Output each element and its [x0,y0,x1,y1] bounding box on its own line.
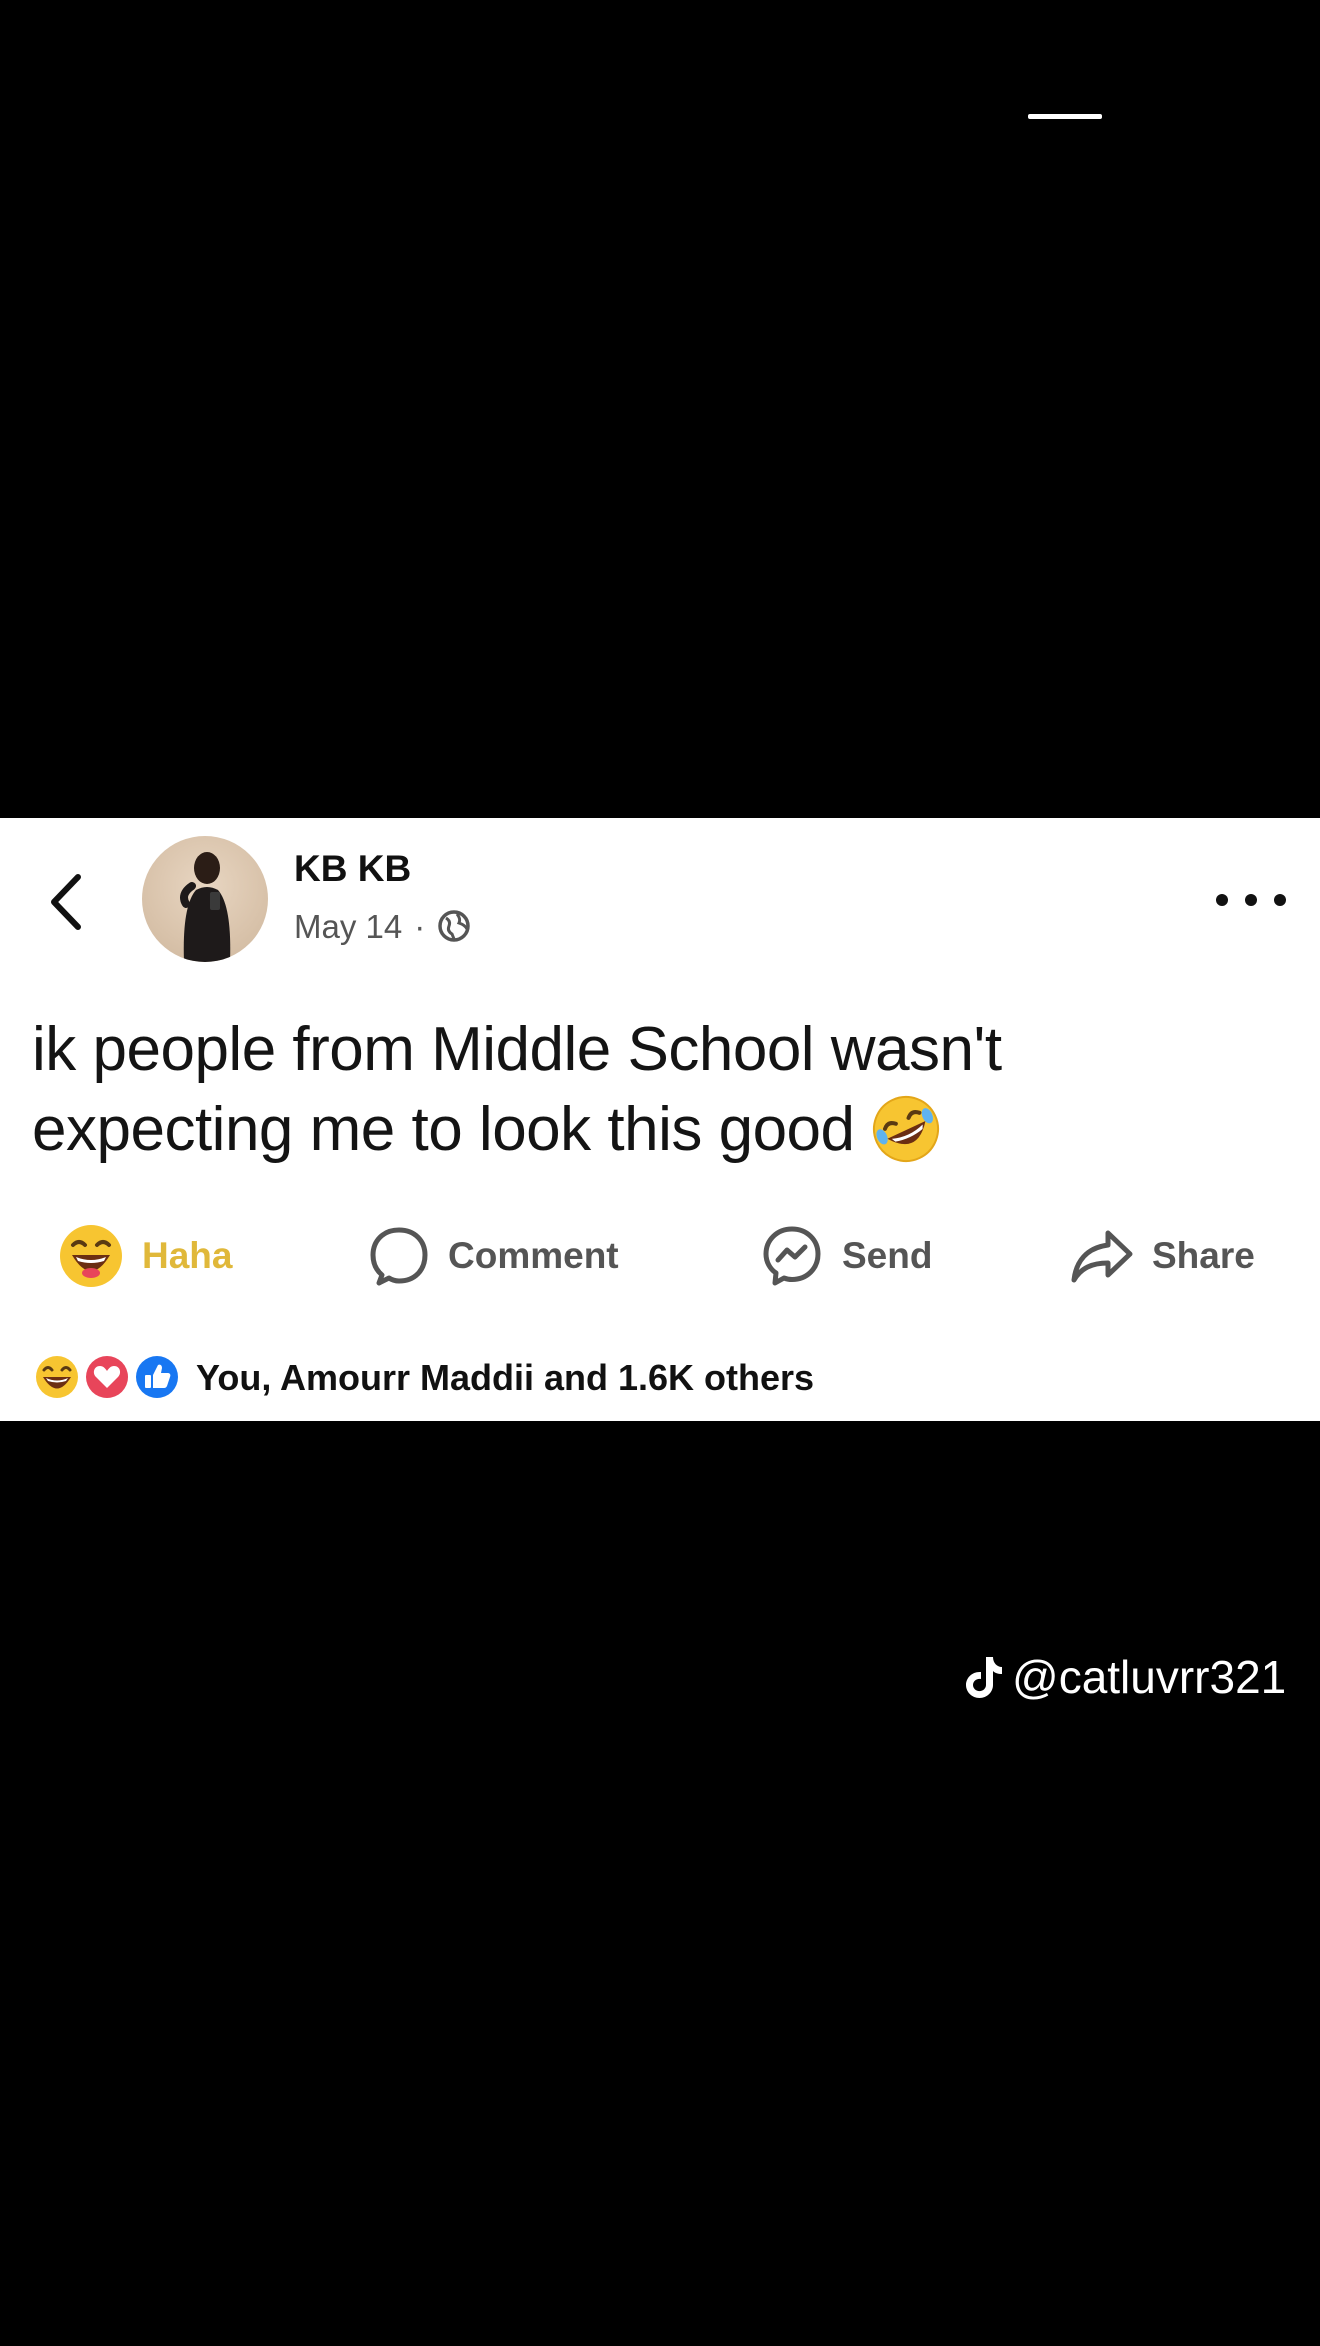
post-text: ik people from Middle School wasn't expe… [32,1010,1272,1170]
rolling-laughing-emoji-icon [872,1096,939,1162]
post-meta: May 14 · [294,909,471,943]
haha-icon [33,1353,81,1401]
haha-icon [60,1225,122,1287]
share-label: Share [1152,1235,1255,1276]
share-button[interactable]: Share [1070,1218,1255,1294]
reactions-summary[interactable]: You, Amourr Maddii and 1.6K others [32,1352,814,1404]
watermark-handle: @catluvrr321 [1012,1651,1287,1703]
post-body: ik people from Middle School wasn't expe… [32,1015,1002,1164]
post-date[interactable]: May 14 [294,910,402,943]
more-options-button[interactable] [1216,882,1286,918]
send-label: Send [842,1235,933,1276]
share-arrow-icon [1071,1230,1133,1283]
reactions-text: You, Amourr Maddii and 1.6K others [196,1357,815,1398]
avatar-photo [180,852,231,962]
back-button[interactable] [38,866,94,938]
comment-icon [370,1227,428,1286]
like-icon [133,1353,181,1401]
send-button[interactable]: Send [760,1218,932,1294]
more-dot [1245,894,1257,906]
haha-label: Haha [142,1235,233,1276]
tiktok-watermark: @catluvrr321 [964,1650,1286,1704]
action-bar: Haha Comment Send Share [0,1218,1320,1294]
more-dot [1216,894,1228,906]
messenger-icon [763,1226,821,1286]
more-dot [1274,894,1286,906]
reaction-icons [32,1352,182,1404]
meta-separator: · [414,907,426,945]
comment-label: Comment [448,1235,619,1276]
comment-button[interactable]: Comment [368,1218,619,1294]
author-name[interactable]: KB KB [294,850,411,887]
avatar[interactable] [142,836,268,962]
love-icon [83,1353,131,1401]
globe-icon [438,910,470,942]
tiktok-icon [966,1657,1002,1698]
chevron-left-icon [51,874,81,930]
top-indicator-bar [1028,114,1102,119]
haha-reaction-button[interactable]: Haha [58,1218,232,1294]
